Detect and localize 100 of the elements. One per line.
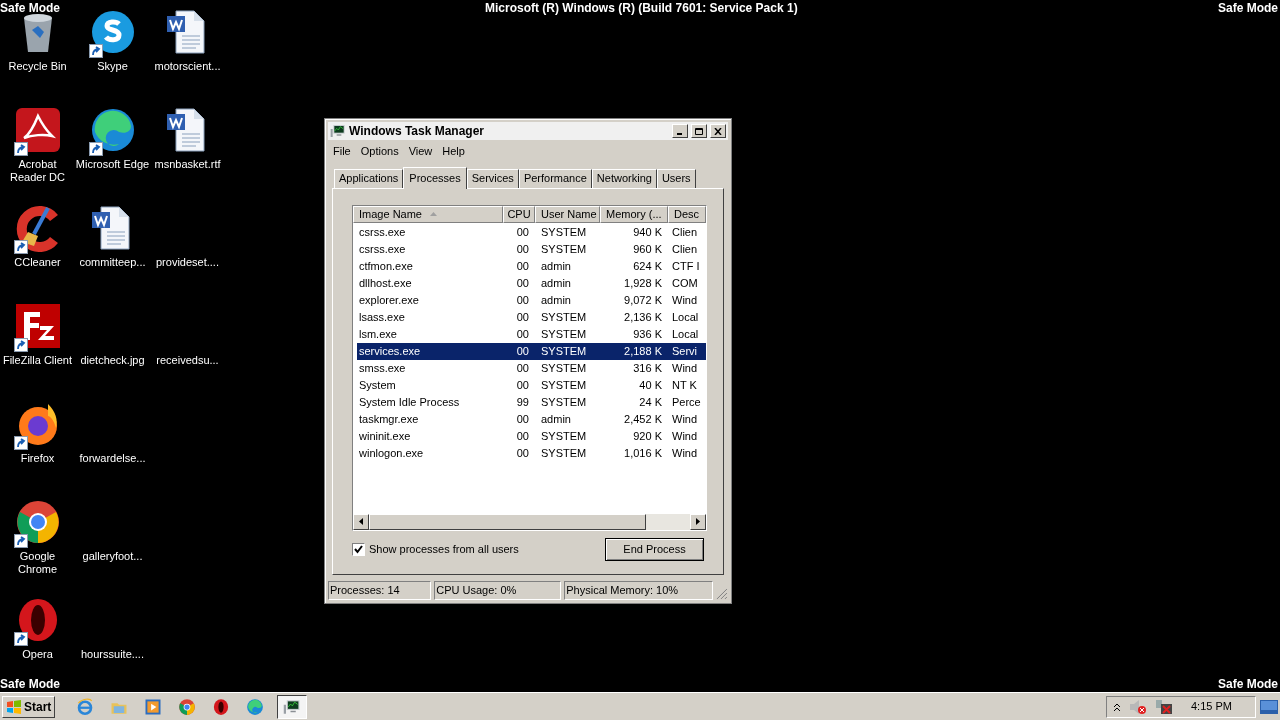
edge-icon [246, 697, 265, 716]
process-row[interactable]: System 00 SYSTEM 40 K NT K [357, 376, 706, 394]
safe-mode-label: Safe Mode [1218, 0, 1278, 17]
opera-icon [212, 697, 231, 716]
table-cell-text: Wind [671, 292, 699, 308]
tab[interactable]: Applications [334, 168, 404, 188]
horizontal-scrollbar[interactable] [353, 513, 706, 530]
process-row[interactable]: services.exe 00 SYSTEM 2,188 K Servi [357, 342, 706, 360]
table-cell-text: SYSTEM [540, 309, 588, 325]
desktop-icon-label[interactable]: committeep... [75, 256, 150, 269]
process-row[interactable]: csrss.exe 00 SYSTEM 940 K Clien [357, 223, 706, 241]
desktop-icon-label[interactable]: FileZilla Client [0, 354, 75, 367]
minimize-button[interactable] [672, 124, 688, 138]
table-cell-text: Wind [671, 411, 699, 427]
desktop-icon-label[interactable]: galleryfoot... [75, 550, 150, 563]
desktop-icon-label[interactable]: Microsoft Edge [75, 158, 150, 171]
checkbox[interactable] [352, 542, 365, 556]
safe-mode-label: Safe Mode [0, 676, 60, 693]
scroll-right-icon[interactable] [696, 518, 700, 526]
desktop-icon-label[interactable]: Google Chrome [0, 550, 75, 576]
process-row[interactable]: winlogon.exe 00 SYSTEM 1,016 K Wind [357, 444, 706, 462]
desktop-icon-label[interactable]: Acrobat Reader DC [0, 158, 75, 184]
table-cell-text: 00 [515, 309, 530, 325]
table-cell-text: Local [671, 326, 700, 342]
desktop-icon-label[interactable]: Recycle Bin [0, 60, 75, 73]
taskbar-button[interactable] [277, 694, 308, 719]
menu-item[interactable]: File [328, 143, 356, 160]
media-player-icon [144, 697, 163, 716]
menu-item[interactable]: View [403, 143, 438, 160]
process-row[interactable]: explorer.exe 00 admin 9,072 K Wind [357, 291, 706, 309]
desktop-icon-label[interactable]: Firefox [0, 452, 75, 465]
process-row[interactable]: taskmgr.exe 00 admin 2,452 K Wind [357, 410, 706, 428]
process-row[interactable]: lsass.exe 00 SYSTEM 2,136 K Local [357, 308, 706, 326]
table-cell-text: 00 [515, 275, 530, 291]
process-row[interactable]: csrss.exe 00 SYSTEM 960 K Clien [357, 240, 706, 258]
checkbox-label[interactable]: Show processes from all users [369, 540, 519, 558]
show-hidden-icons-icon[interactable] [1113, 701, 1121, 712]
acrobat-icon [13, 106, 62, 154]
status-bar-pane: Processes: 14 [328, 581, 432, 600]
process-row[interactable]: System Idle Process 99 SYSTEM 24 K Perce [357, 393, 706, 411]
table-cell-text: Wind [671, 445, 699, 461]
desktop-icon-label[interactable]: hourssuite.... [75, 648, 150, 661]
tab[interactable]: Users [656, 168, 696, 188]
table-cell-text: 00 [515, 377, 530, 393]
tab[interactable]: Processes [403, 166, 467, 189]
maximize-icon [695, 127, 703, 135]
safe-mode-label: Safe Mode [0, 0, 60, 17]
table-cell-text: 00 [515, 445, 530, 461]
filezilla-icon [13, 302, 62, 350]
desktop-icon-label[interactable]: provideset.... [150, 256, 225, 269]
desktop-icon-label[interactable]: receivedsu... [150, 354, 225, 367]
process-row[interactable]: wininit.exe 00 SYSTEM 920 K Wind [357, 427, 706, 445]
menu-item[interactable]: Help [437, 143, 470, 160]
column-header[interactable]: Memory (... [600, 205, 668, 223]
table-cell-text: 624 K [632, 258, 663, 274]
desktop-icon-label[interactable]: dietcheck.jpg [75, 354, 150, 367]
desktop-icon-label[interactable]: msnbasket.rtf [150, 158, 225, 171]
scrollbar-thumb[interactable] [369, 513, 646, 530]
process-row[interactable]: smss.exe 00 SYSTEM 316 K Wind [357, 359, 706, 377]
column-header[interactable]: User Name [535, 205, 600, 223]
column-header[interactable]: CPU [503, 205, 535, 223]
process-row[interactable]: ctfmon.exe 00 admin 624 K CTF I [357, 257, 706, 275]
start-button[interactable]: Start [2, 695, 56, 718]
table-cell-text: 960 K [632, 241, 663, 257]
chrome-icon [178, 697, 197, 716]
table-cell-text: 00 [515, 360, 530, 376]
process-row[interactable]: lsm.exe 00 SYSTEM 936 K Local [357, 325, 706, 343]
menu-item[interactable]: Options [355, 143, 404, 160]
safe-mode-label: Safe Mode [1218, 676, 1278, 693]
end-process-button[interactable]: End Process [605, 537, 704, 561]
process-row[interactable]: dllhost.exe 00 admin 1,928 K COM [357, 274, 706, 292]
tab[interactable]: Services [466, 168, 519, 188]
clock[interactable]: 4:15 PM [1191, 698, 1232, 715]
desktop-icon-label[interactable]: motorscient... [150, 60, 225, 73]
speaker-muted-icon[interactable] [1129, 698, 1147, 715]
table-cell-text: csrss.exe [358, 224, 407, 240]
network-error-icon[interactable] [1155, 698, 1173, 715]
desktop-icon-label[interactable]: forwardelse... [75, 452, 150, 465]
table-cell-text: Wind [671, 428, 699, 444]
scroll-left-icon[interactable] [359, 518, 363, 526]
column-header[interactable]: Desc [668, 205, 706, 223]
table-cell-text: admin [540, 275, 572, 291]
table-cell-text: Clien [671, 241, 699, 257]
close-button[interactable] [710, 124, 726, 138]
show-desktop-icon[interactable] [1260, 699, 1278, 714]
table-cell-text: NT K [671, 377, 698, 393]
desktop-icon-label[interactable]: CCleaner [0, 256, 75, 269]
tab[interactable]: Performance [518, 168, 592, 188]
column-header[interactable]: Image Name [353, 205, 503, 223]
table-cell-text: System Idle Process [358, 394, 461, 410]
table-cell-text: admin [540, 258, 572, 274]
table-cell-text: dllhost.exe [358, 275, 413, 291]
maximize-button[interactable] [691, 124, 707, 138]
table-cell-text: SYSTEM [540, 360, 588, 376]
desktop-icon-label[interactable]: Skype [75, 60, 150, 73]
table-cell-text: lsm.exe [358, 326, 398, 342]
desktop-icon-label[interactable]: Opera [0, 648, 75, 661]
table-cell-text: 00 [515, 428, 530, 444]
tab[interactable]: Networking [591, 168, 657, 188]
resize-grip-icon[interactable] [716, 588, 728, 600]
